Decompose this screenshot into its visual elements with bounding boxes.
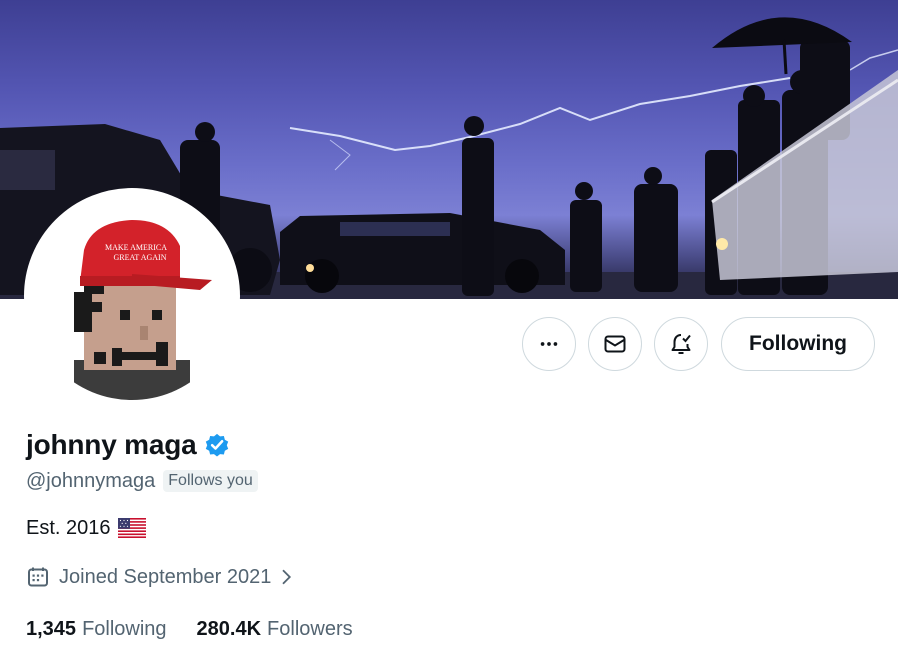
profile-bio: Est. 2016 bbox=[26, 514, 146, 542]
following-stat-link[interactable]: 1,345 Following bbox=[26, 618, 167, 641]
us-flag-icon bbox=[117, 518, 146, 538]
profile-actions: Following bbox=[0, 317, 898, 371]
joined-date[interactable]: Joined September 2021 bbox=[26, 563, 295, 591]
calendar-icon bbox=[28, 567, 48, 587]
bio-text: Est. 2016 bbox=[26, 516, 111, 539]
more-horizontal-icon bbox=[540, 342, 558, 346]
verified-badge-icon[interactable] bbox=[203, 431, 231, 459]
notifications-button[interactable] bbox=[654, 317, 708, 371]
following-count: 1,345 bbox=[26, 617, 77, 640]
following-label: Following bbox=[82, 617, 167, 640]
handle-row: @johnnymaga Follows you bbox=[26, 467, 258, 495]
followers-stat-link[interactable]: 280.4K Followers bbox=[197, 618, 353, 641]
joined-text: Joined September 2021 bbox=[59, 565, 272, 588]
follow-stats: 1,345 Following 280.4K Followers bbox=[26, 615, 383, 643]
message-button[interactable] bbox=[588, 317, 642, 371]
profile-name-row: johnny maga bbox=[26, 426, 231, 464]
followers-count: 280.4K bbox=[196, 617, 262, 640]
bell-check-icon bbox=[671, 334, 691, 354]
display-name: johnny maga bbox=[26, 429, 197, 460]
envelope-icon bbox=[604, 335, 626, 353]
profile-avatar[interactable]: MAKE AMERICA GREAT AGAIN bbox=[24, 188, 240, 404]
hat-text: MAKE AMERICA bbox=[105, 243, 167, 252]
follows-you-badge: Follows you bbox=[163, 470, 258, 492]
user-handle: @johnnymaga bbox=[26, 469, 156, 492]
chevron-right-icon bbox=[282, 569, 292, 585]
following-button[interactable]: Following bbox=[721, 317, 875, 371]
followers-label: Followers bbox=[267, 617, 353, 640]
more-button[interactable] bbox=[522, 317, 576, 371]
svg-text:GREAT AGAIN: GREAT AGAIN bbox=[114, 253, 167, 262]
